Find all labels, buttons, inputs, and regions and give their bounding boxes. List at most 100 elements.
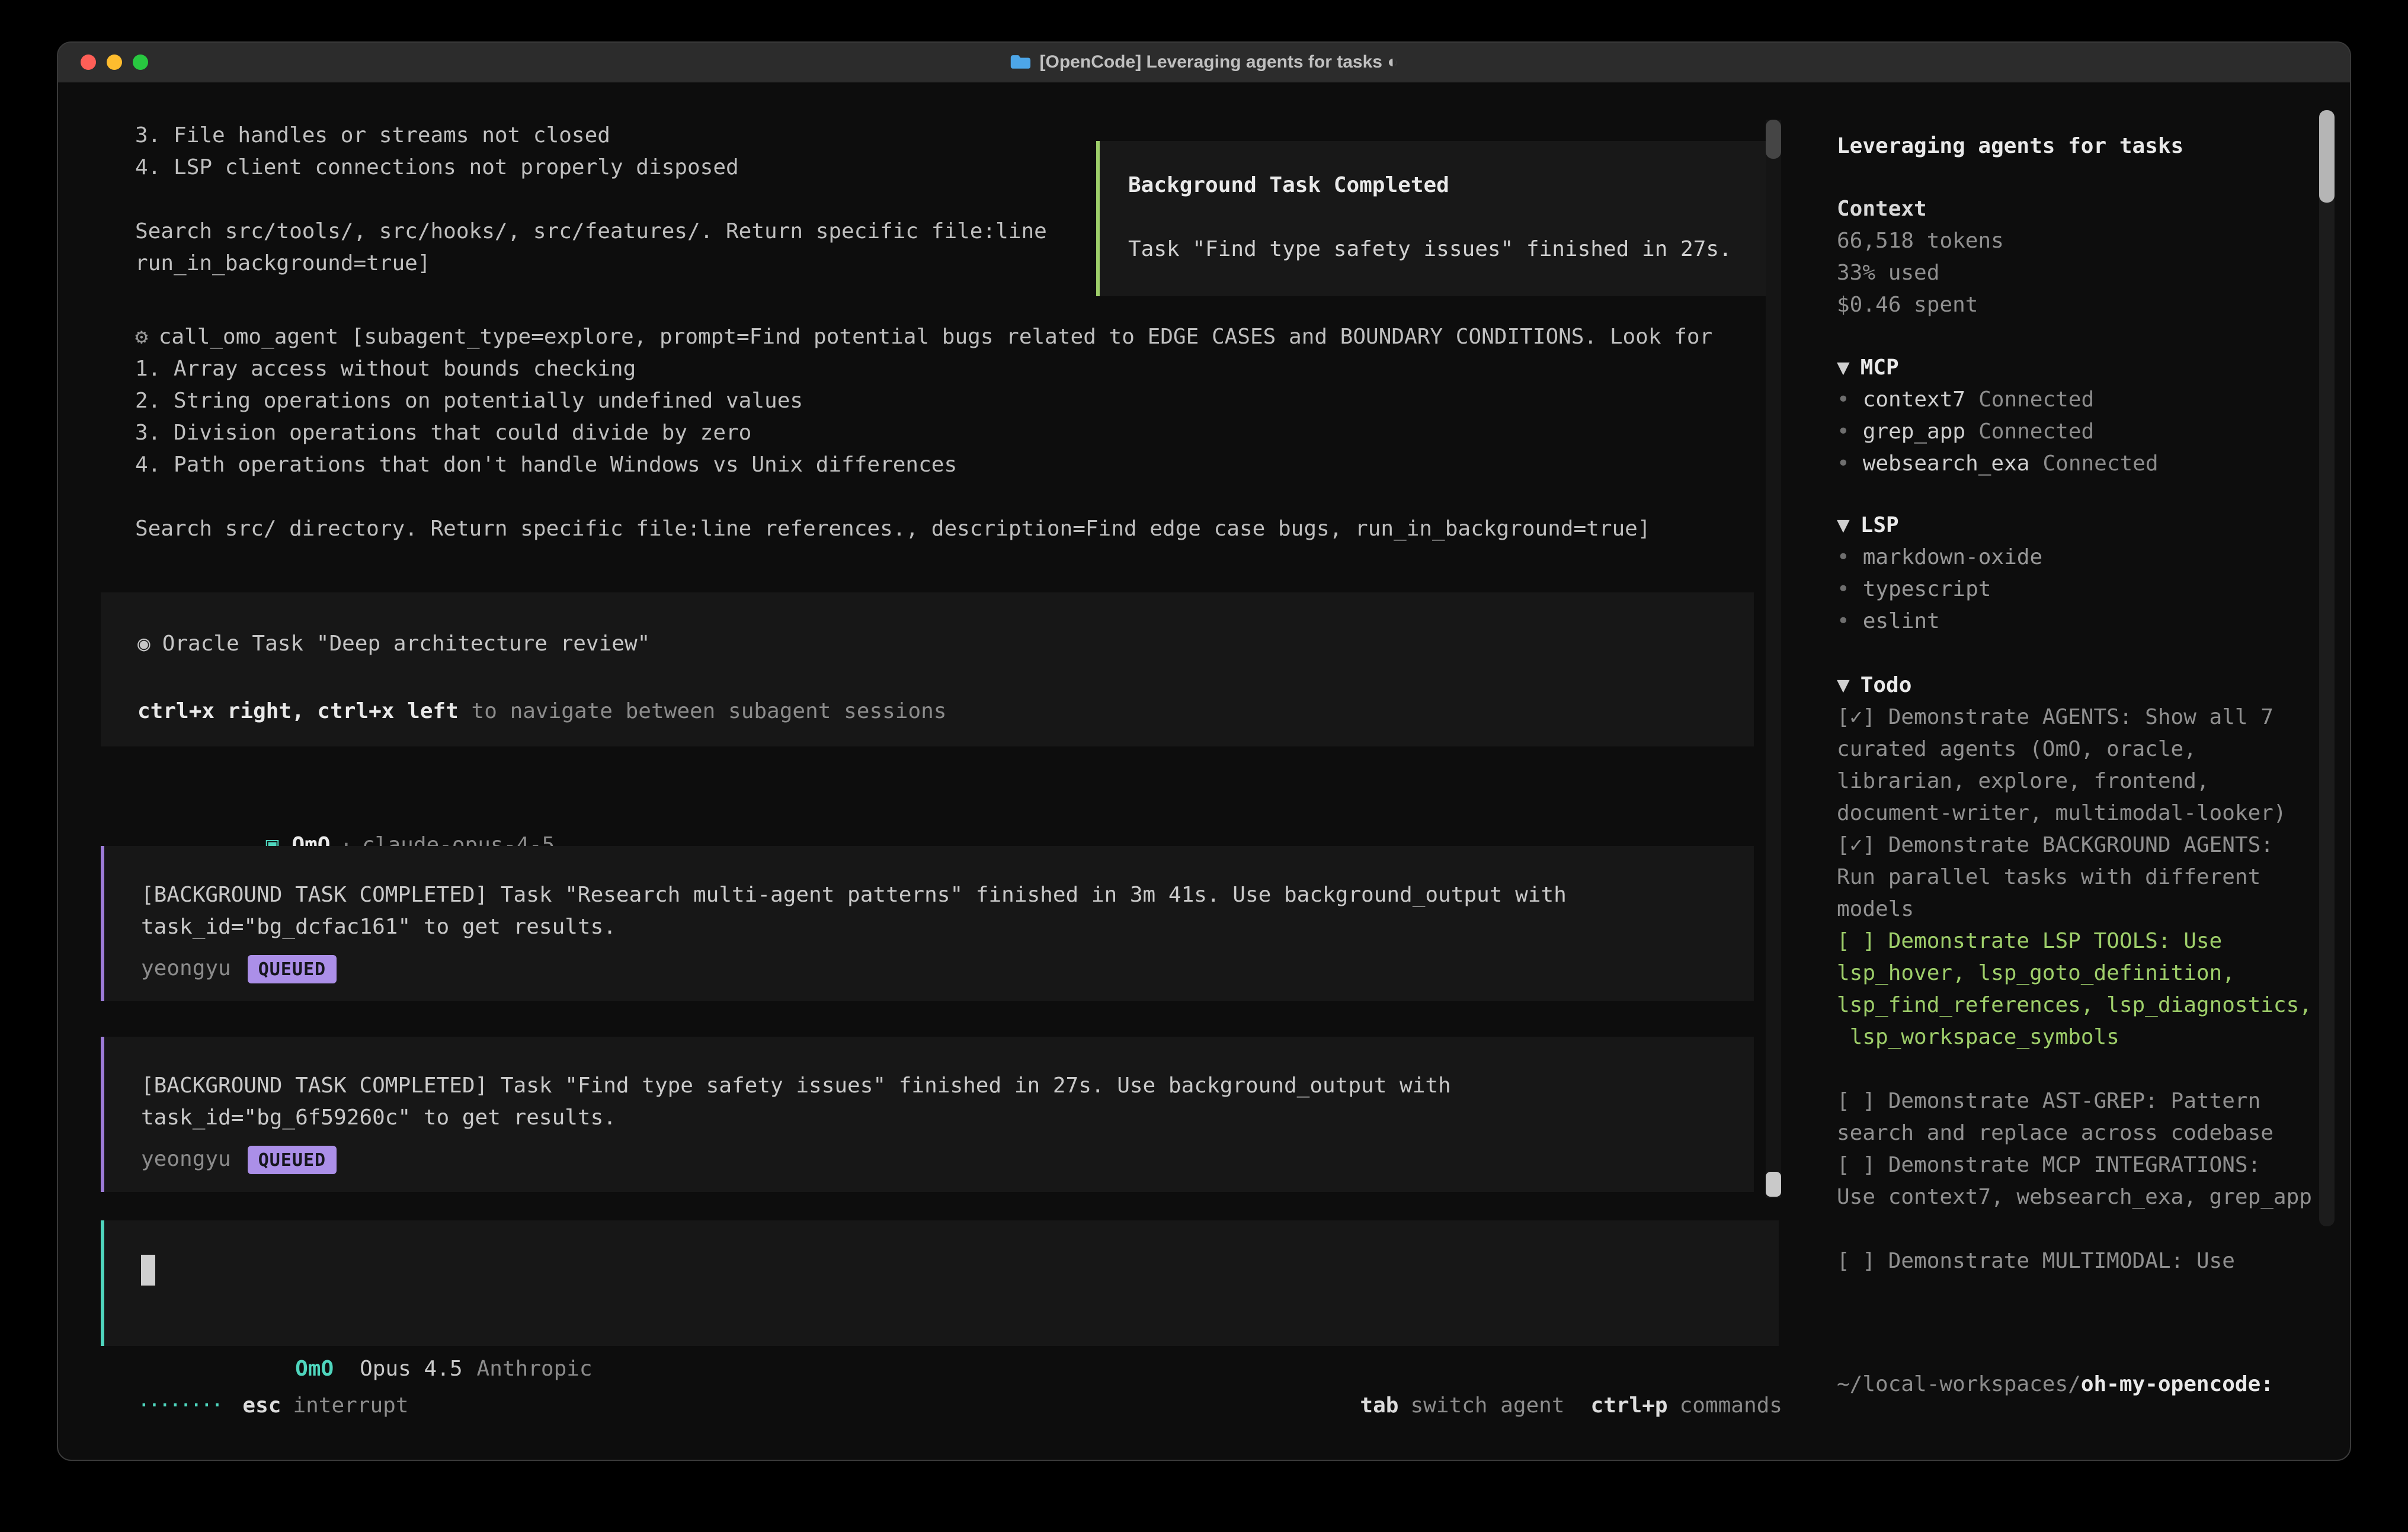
oracle-task-panel: ◉Oracle Task "Deep architecture review" … (101, 592, 1754, 746)
active-model-name: Opus 4.5 (360, 1357, 462, 1382)
collapse-arrow-icon: ▼ (1837, 513, 1850, 538)
spinner-dots-icon: ········ (137, 1390, 221, 1422)
lsp-section: ▼ LSP • markdown-oxide • typescript • eslint (1837, 509, 2351, 637)
mcp-name: websearch_exa (1863, 451, 2030, 476)
bullet-icon: • (1837, 577, 1850, 602)
message-author: yeongyu (141, 1143, 231, 1175)
queued-badge: QUEUED (248, 1145, 337, 1174)
sidebar-scrollbar[interactable] (2319, 110, 2335, 1226)
todo-item: [ ] Demonstrate MULTIMODAL: Use (1837, 1245, 2321, 1277)
lsp-name: eslint (1863, 609, 1940, 634)
message-meta: yeongyu QUEUED (141, 1143, 1717, 1175)
status-bar: ········ esc interrupt tab switch agent … (137, 1390, 1782, 1422)
tab-key-label: switch agent (1410, 1390, 1564, 1422)
tool-call-header: ⚙ call_omo_agent [subagent_type=explore, … (135, 321, 1712, 353)
mcp-heading: ▼ MCP (1837, 352, 2351, 384)
collapse-arrow-icon: ▼ (1837, 673, 1850, 698)
log-line: 3. File handles or streams not closed (135, 120, 1047, 152)
tool-call-line: Search src/ directory. Return specific f… (135, 513, 1712, 545)
todo-heading-text: Todo (1861, 673, 1912, 698)
esc-key-hint: esc (242, 1390, 281, 1422)
mcp-name: grep_app (1863, 419, 1965, 444)
message-text: [BACKGROUND TASK COMPLETED] Task "Find t… (141, 1070, 1721, 1134)
todo-section: ▼ Todo [✓] Demonstrate AGENTS: Show all 7… (1837, 669, 2351, 1277)
minimize-window-button[interactable] (107, 55, 122, 70)
message-meta: yeongyu QUEUED (141, 953, 1717, 985)
collapse-arrow-icon: ▼ (1837, 355, 1850, 380)
main-scrollbar[interactable] (1766, 120, 1781, 1198)
mcp-status: Connected (1978, 419, 2094, 444)
esc-key-label: interrupt (293, 1390, 408, 1422)
background-task-message: [BACKGROUND TASK COMPLETED] Task "Find t… (101, 1037, 1754, 1192)
zoom-window-button[interactable] (133, 55, 148, 70)
queued-badge: QUEUED (248, 954, 337, 983)
bullet-icon: • (1837, 387, 1850, 412)
oracle-icon: ◉ (137, 632, 150, 656)
mcp-item: •grep_appConnected (1837, 416, 2351, 448)
hint-text: to navigate between subagent sessions (459, 699, 947, 724)
toast-title: Background Task Completed (1128, 169, 1779, 201)
toast-body: Task "Find type safety issues" finished … (1128, 233, 1779, 265)
mcp-status: Connected (1978, 387, 2094, 412)
log-line: run_in_background=true] (135, 248, 1047, 280)
folder-icon (1010, 53, 1032, 71)
tool-call-line: 2. String operations on potentially unde… (135, 385, 1712, 417)
gear-icon: ⚙ (135, 325, 148, 350)
assistant-output-block: 3. File handles or streams not closed 4.… (135, 120, 1047, 280)
tool-call-line: 3. Division operations that could divide… (135, 417, 1712, 449)
context-spent: $0.46 spent (1837, 289, 2351, 321)
message-text: [BACKGROUND TASK COMPLETED] Task "Resear… (141, 879, 1721, 943)
mcp-item: •websearch_exaConnected (1837, 448, 2351, 480)
oracle-task-title: ◉ Oracle Task "Deep architecture review" (137, 628, 1754, 660)
log-line: Search src/tools/, src/hooks/, src/featu… (135, 216, 1047, 248)
todo-item: [ ] Demonstrate AST-GREP: Pattern search… (1837, 1085, 2321, 1149)
workspace-dir: ~/local-workspaces/ (1837, 1372, 2081, 1397)
workspace-path: ~/local-workspaces/oh-my-opencode: maste… (1837, 1305, 2321, 1461)
tool-call-line: 4. Path operations that don't handle Win… (135, 449, 1712, 481)
tool-call-line (135, 481, 1712, 513)
mcp-section: ▼ MCP • context7 Connected • grep_app Connect… (1837, 352, 2351, 480)
window-title: [OpenCode] Leveraging agents for tasks ◐ (1040, 52, 1398, 72)
oracle-title-text: Oracle Task "Deep architecture review" (162, 632, 651, 656)
tool-call-block: ⚙ call_omo_agent [subagent_type=explore, … (135, 321, 1712, 545)
workspace-repo: oh-my-opencode: (2081, 1372, 2273, 1397)
terminal-main-pane: 3. File handles or streams not closed 4.… (58, 83, 1812, 1461)
bullet-icon: • (1837, 451, 1850, 476)
subagent-nav-hint: ctrl+x right, ctrl+x left to navigate be… (137, 696, 1754, 727)
tool-call-line: 1. Array access without bounds checking (135, 353, 1712, 385)
lsp-heading: ▼ LSP (1837, 509, 2351, 541)
lsp-item: • markdown-oxide (1837, 541, 2351, 573)
bullet-icon: • (1837, 609, 1850, 634)
lsp-name: markdown-oxide (1863, 545, 2042, 570)
workspace-line: ~/local-workspaces/oh-my-opencode: (1837, 1368, 2321, 1400)
log-line: 4. LSP client connections not properly d… (135, 152, 1047, 184)
mcp-name: context7 (1863, 387, 1965, 412)
lsp-name: typescript (1863, 577, 1991, 602)
sidebar: Leveraging agents for tasks Context 66,5… (1812, 83, 2351, 1461)
traffic-lights (81, 55, 148, 70)
text-cursor (141, 1255, 155, 1286)
hint-keys: ctrl+x right, ctrl+x left (137, 699, 459, 724)
main-scrollbar-thumb[interactable] (1766, 1172, 1781, 1197)
background-task-message: [BACKGROUND TASK COMPLETED] Task "Resear… (101, 846, 1754, 1001)
bullet-icon: • (1837, 545, 1850, 570)
context-section: Context 66,518 tokens 33% used $0.46 spe… (1837, 193, 2351, 321)
mcp-heading-text: MCP (1861, 355, 1899, 380)
prompt-input[interactable]: OmOOpus 4.5Anthropic (101, 1220, 1779, 1346)
sidebar-scrollbar-thumb[interactable] (2319, 110, 2335, 203)
log-line (135, 184, 1047, 216)
todo-item: [✓] Demonstrate AGENTS: Show all 7 curat… (1837, 701, 2321, 829)
lsp-heading-text: LSP (1861, 513, 1899, 538)
background-task-toast: Background Task Completed Task "Find typ… (1096, 141, 1779, 296)
context-tokens: 66,518 tokens (1837, 225, 2351, 257)
todo-item: [✓] Demonstrate BACKGROUND AGENTS: Run p… (1837, 829, 2321, 925)
lsp-item: • typescript (1837, 573, 2351, 605)
window-titlebar[interactable]: [OpenCode] Leveraging agents for tasks ◐ (58, 43, 2350, 83)
context-used: 33% used (1837, 257, 2351, 289)
todo-heading: ▼ Todo (1837, 669, 2351, 701)
tool-call-header-text: call_omo_agent [subagent_type=explore, p… (159, 325, 1713, 350)
session-title: Leveraging agents for tasks (1837, 130, 2351, 162)
close-window-button[interactable] (81, 55, 96, 70)
main-scrollbar-thumb-top[interactable] (1766, 120, 1781, 159)
opencode-window: [OpenCode] Leveraging agents for tasks ◐… (57, 41, 2351, 1461)
